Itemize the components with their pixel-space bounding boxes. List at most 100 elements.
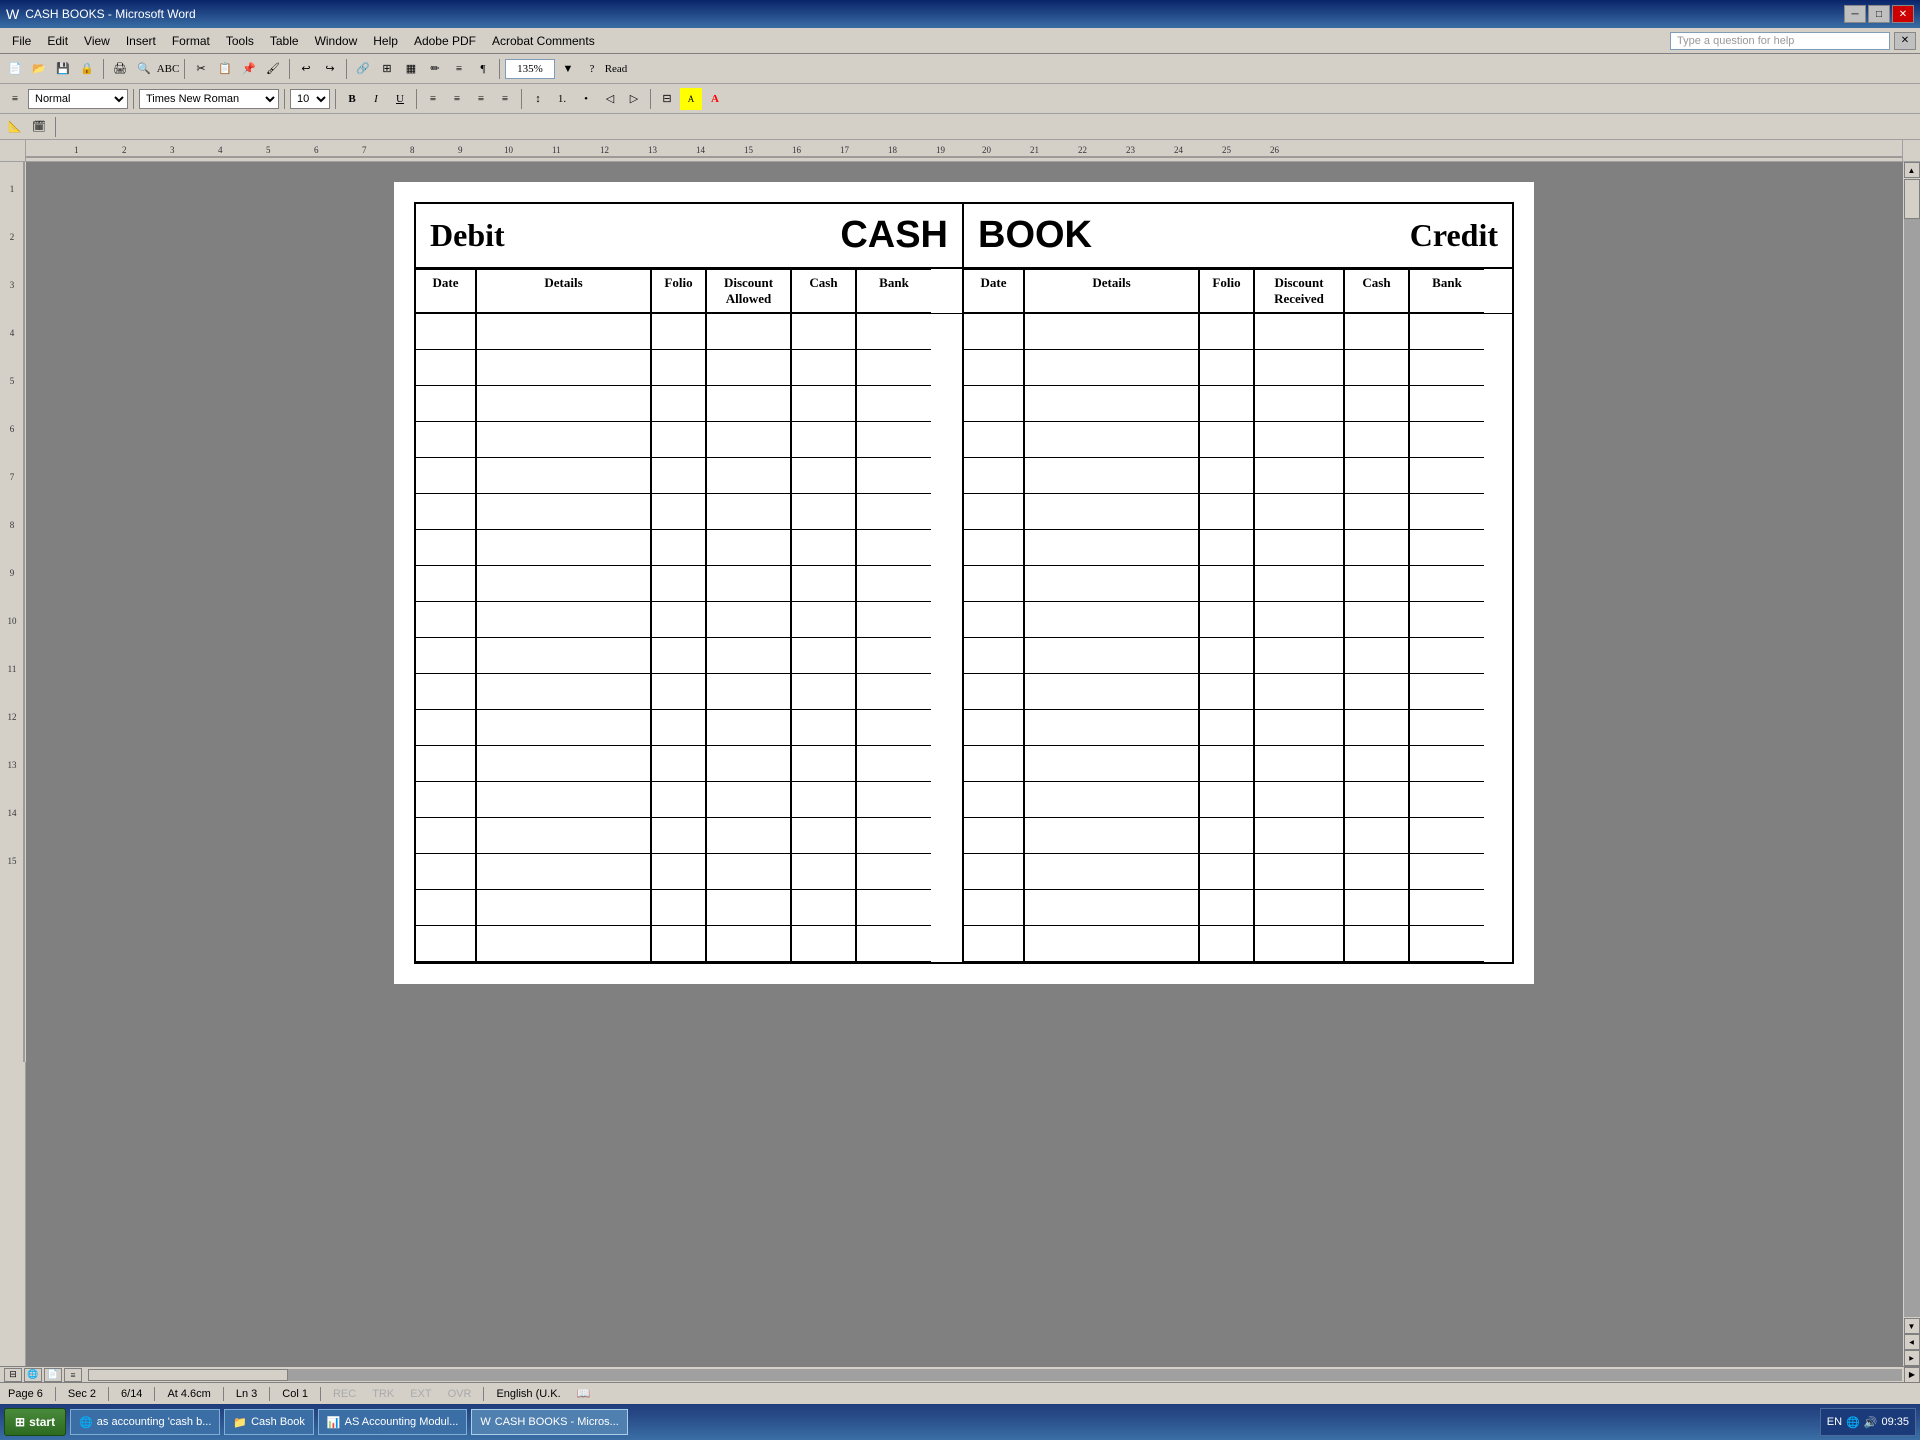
- data-cell[interactable]: [1024, 818, 1199, 854]
- data-cell[interactable]: [476, 638, 651, 674]
- data-cell[interactable]: [791, 458, 856, 494]
- maximize-button[interactable]: □: [1868, 5, 1890, 23]
- data-cell[interactable]: [856, 782, 931, 818]
- data-cell[interactable]: [416, 530, 476, 566]
- data-cell[interactable]: [791, 566, 856, 602]
- docmap-button[interactable]: ≡: [448, 58, 470, 80]
- menu-file[interactable]: File: [4, 32, 39, 50]
- data-cell[interactable]: [964, 890, 1024, 926]
- show-hide-button[interactable]: ¶: [472, 58, 494, 80]
- data-cell[interactable]: [651, 350, 706, 386]
- data-cell[interactable]: [416, 386, 476, 422]
- numbering[interactable]: 1.: [551, 88, 573, 110]
- data-cell[interactable]: [964, 818, 1024, 854]
- data-cell[interactable]: [706, 854, 791, 890]
- table-row[interactable]: [416, 746, 1512, 782]
- data-cell[interactable]: [706, 422, 791, 458]
- data-cell[interactable]: [1254, 422, 1344, 458]
- data-cell[interactable]: [651, 818, 706, 854]
- menu-acrobat[interactable]: Acrobat Comments: [484, 32, 603, 50]
- menu-window[interactable]: Window: [307, 32, 366, 50]
- help-button[interactable]: ?: [581, 58, 603, 80]
- data-cell[interactable]: [1199, 638, 1254, 674]
- data-cell[interactable]: [1199, 314, 1254, 350]
- open-button[interactable]: 📂: [28, 58, 50, 80]
- data-cell[interactable]: [791, 386, 856, 422]
- data-cell[interactable]: [1024, 674, 1199, 710]
- data-cell[interactable]: [1024, 746, 1199, 782]
- data-cell[interactable]: [1409, 458, 1484, 494]
- table-row[interactable]: [416, 854, 1512, 890]
- data-cell[interactable]: [1199, 890, 1254, 926]
- data-cell[interactable]: [651, 674, 706, 710]
- data-cell[interactable]: [1199, 710, 1254, 746]
- data-cell[interactable]: [1199, 386, 1254, 422]
- data-cell[interactable]: [416, 422, 476, 458]
- hscroll-track[interactable]: [88, 1369, 1902, 1381]
- data-cell[interactable]: [651, 746, 706, 782]
- data-cell[interactable]: [476, 854, 651, 890]
- view-print-btn[interactable]: 📄: [44, 1368, 62, 1382]
- data-cell[interactable]: [1409, 386, 1484, 422]
- data-cell[interactable]: [416, 350, 476, 386]
- data-cell[interactable]: [476, 926, 651, 962]
- data-cell[interactable]: [651, 710, 706, 746]
- line-spacing[interactable]: ↕: [527, 88, 549, 110]
- table-row[interactable]: [416, 566, 1512, 602]
- data-cell[interactable]: [964, 494, 1024, 530]
- data-cell[interactable]: [1024, 314, 1199, 350]
- menu-format[interactable]: Format: [164, 32, 218, 50]
- data-cell[interactable]: [651, 314, 706, 350]
- data-cell[interactable]: [1199, 854, 1254, 890]
- data-cell[interactable]: [856, 530, 931, 566]
- data-cell[interactable]: [706, 710, 791, 746]
- font-color-button[interactable]: A: [704, 88, 726, 110]
- data-cell[interactable]: [476, 818, 651, 854]
- scroll-extra-2[interactable]: ▶: [1904, 1350, 1920, 1366]
- data-cell[interactable]: [416, 566, 476, 602]
- data-cell[interactable]: [964, 926, 1024, 962]
- data-cell[interactable]: [1254, 530, 1344, 566]
- save-button[interactable]: 💾: [52, 58, 74, 80]
- tb3-btn1[interactable]: 📐: [4, 116, 26, 138]
- data-cell[interactable]: [1254, 638, 1344, 674]
- data-cell[interactable]: [416, 314, 476, 350]
- data-cell[interactable]: [1344, 674, 1409, 710]
- print-button[interactable]: 🖨: [109, 58, 131, 80]
- data-cell[interactable]: [1024, 350, 1199, 386]
- data-cell[interactable]: [706, 926, 791, 962]
- table-row[interactable]: [416, 350, 1512, 386]
- data-cell[interactable]: [1254, 746, 1344, 782]
- data-cell[interactable]: [706, 890, 791, 926]
- table-row[interactable]: [416, 494, 1512, 530]
- font-select[interactable]: Times New Roman: [139, 89, 279, 109]
- data-cell[interactable]: [1199, 926, 1254, 962]
- data-cell[interactable]: [651, 494, 706, 530]
- data-cell[interactable]: [1199, 602, 1254, 638]
- data-cell[interactable]: [1409, 674, 1484, 710]
- undo-button[interactable]: ↩: [295, 58, 317, 80]
- read-button[interactable]: Read: [605, 58, 627, 80]
- data-cell[interactable]: [1344, 350, 1409, 386]
- data-cell[interactable]: [651, 458, 706, 494]
- hscroll-right-btn[interactable]: ▶: [1904, 1367, 1920, 1383]
- data-cell[interactable]: [964, 458, 1024, 494]
- data-cell[interactable]: [706, 818, 791, 854]
- data-cell[interactable]: [1344, 926, 1409, 962]
- data-cell[interactable]: [1344, 710, 1409, 746]
- data-cell[interactable]: [1254, 458, 1344, 494]
- close-button[interactable]: ✕: [1892, 5, 1914, 23]
- data-cell[interactable]: [651, 422, 706, 458]
- data-cell[interactable]: [1199, 530, 1254, 566]
- data-cell[interactable]: [1254, 386, 1344, 422]
- data-cell[interactable]: [1254, 890, 1344, 926]
- data-cell[interactable]: [791, 890, 856, 926]
- bold-button[interactable]: B: [341, 88, 363, 110]
- data-cell[interactable]: [476, 530, 651, 566]
- data-cell[interactable]: [964, 566, 1024, 602]
- data-cell[interactable]: [1199, 458, 1254, 494]
- data-cell[interactable]: [476, 746, 651, 782]
- table-row[interactable]: [416, 926, 1512, 962]
- table-row[interactable]: [416, 890, 1512, 926]
- data-cell[interactable]: [1024, 566, 1199, 602]
